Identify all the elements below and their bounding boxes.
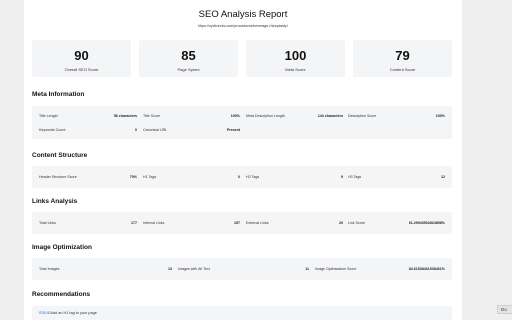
row-value: 13 — [168, 267, 172, 271]
score-label: Overall SEO Score — [64, 67, 99, 72]
score-card-content: 79 Content Score — [353, 40, 452, 77]
row-value: 9 — [341, 175, 343, 179]
recommendation-badge: ISSUE — [39, 311, 51, 315]
section-title-meta-information: Meta Information — [32, 91, 85, 98]
row-key: H3 Tags — [348, 175, 362, 179]
row-value: 12 — [441, 175, 445, 179]
score-value: 79 — [395, 48, 410, 63]
report-url: https://nyclicecbc.com/procedures/bevera… — [198, 24, 288, 28]
score-card-overall: 90 Overall SEO Score — [32, 40, 131, 77]
section-title-recommendations: Recommendations — [32, 291, 91, 298]
row-value: 20 — [339, 221, 343, 225]
row-value: 0 — [238, 175, 240, 179]
row-key: H2 Tags — [246, 175, 260, 179]
row-value: 0 — [135, 128, 137, 132]
row-key: External Links — [246, 221, 269, 225]
row-value: 61.29943502824858% — [408, 221, 445, 225]
row-key: Meta Description Length — [246, 114, 285, 118]
row-value: Present — [226, 128, 240, 132]
row-key: Image Optimization Score — [315, 267, 357, 271]
score-card-page-speed: 85 Page Speed — [139, 40, 238, 77]
row-key: Title Length — [39, 114, 58, 118]
score-value: 100 — [284, 48, 307, 63]
row-value: 100% — [435, 114, 445, 118]
recommendation-label: Add an H1 tag to your page — [50, 311, 97, 315]
corner-button[interactable]: Do — [497, 305, 512, 314]
row-key: Keywords Count — [39, 128, 66, 132]
recommendation-item: ISSUEAdd an H1 tag to your page — [32, 306, 452, 320]
row-key: Total Links — [39, 221, 56, 225]
score-label: Page Speed — [177, 67, 200, 72]
section-title-links-analysis: Links Analysis — [32, 198, 78, 205]
image-optimization-panel: Total Images 13 Images with Alt Text 11 … — [32, 258, 452, 280]
row-value: 11 — [305, 267, 309, 271]
score-value: 85 — [181, 48, 196, 63]
content-structure-panel: Header Structure Score 70% H1 Tags 0 H2 … — [32, 166, 452, 188]
row-key: Canonical URL — [143, 128, 168, 132]
row-value: 177 — [131, 221, 137, 225]
score-value: 90 — [74, 48, 89, 63]
row-value: 84.61538461538461% — [408, 267, 445, 271]
row-key: Total Images — [39, 267, 60, 271]
score-label: Meta Score — [285, 67, 306, 72]
score-label: Content Score — [389, 67, 416, 72]
row-value: 70% — [129, 175, 137, 179]
page-title: SEO Analysis Report — [198, 9, 288, 20]
row-key: H1 Tags — [143, 175, 157, 179]
row-value: 157 — [234, 221, 240, 225]
row-value: 100% — [230, 114, 240, 118]
row-key: Description Score — [348, 114, 377, 118]
row-key: Link Score — [348, 221, 365, 225]
row-value: 56 characters — [113, 114, 137, 118]
row-key: Header Structure Score — [39, 175, 77, 179]
score-card-meta: 100 Meta Score — [246, 40, 345, 77]
recommendation-text: ISSUEAdd an H1 tag to your page — [39, 311, 97, 315]
row-key: Internal Links — [143, 221, 165, 225]
row-value: 144 characters — [317, 114, 343, 118]
section-title-image-optimization: Image Optimization — [32, 244, 92, 251]
report-page: SEO Analysis Report https://nyclicecbc.c… — [24, 0, 462, 320]
row-key: Title Score — [143, 114, 161, 118]
section-title-content-structure: Content Structure — [32, 152, 88, 159]
meta-information-panel: Title Length 56 characters Title Score 1… — [32, 106, 452, 139]
links-analysis-panel: Total Links 177 Internal Links 157 Exter… — [32, 212, 452, 234]
row-key: Images with Alt Text — [178, 267, 210, 271]
